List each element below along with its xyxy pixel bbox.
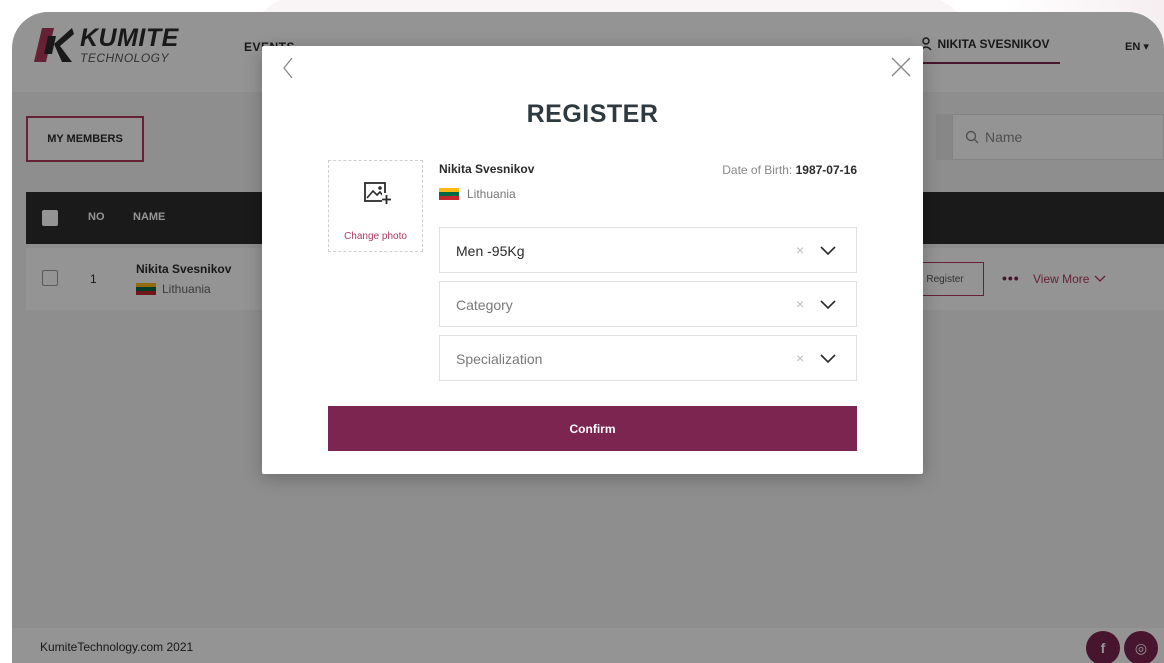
confirm-button[interactable]: Confirm bbox=[328, 406, 857, 451]
lithuania-flag-icon bbox=[439, 188, 459, 200]
clear-x-icon[interactable]: × bbox=[796, 296, 804, 312]
close-icon[interactable] bbox=[890, 56, 912, 78]
weight-category-value: Men -95Kg bbox=[456, 243, 525, 259]
date-of-birth: Date of Birth: 1987-07-16 bbox=[722, 163, 857, 177]
category-placeholder: Category bbox=[456, 297, 513, 313]
chevron-down-icon[interactable] bbox=[820, 299, 836, 311]
athlete-country: Lithuania bbox=[439, 187, 516, 201]
athlete-country-label: Lithuania bbox=[467, 187, 516, 201]
modal-title: REGISTER bbox=[526, 100, 659, 128]
change-photo-button[interactable]: Change photo bbox=[328, 160, 423, 252]
specialization-placeholder: Specialization bbox=[456, 351, 543, 367]
add-photo-icon bbox=[364, 182, 391, 205]
dob-value: 1987-07-16 bbox=[795, 163, 857, 177]
register-modal: REGISTER Change photo Nikita Svesnikov L… bbox=[262, 46, 923, 474]
chevron-down-icon[interactable] bbox=[820, 245, 836, 257]
specialization-select[interactable]: Specialization × bbox=[439, 335, 857, 381]
chevron-left-icon[interactable] bbox=[278, 56, 298, 80]
category-select[interactable]: Category × bbox=[439, 281, 857, 327]
athlete-name: Nikita Svesnikov bbox=[439, 162, 535, 176]
chevron-down-icon[interactable] bbox=[820, 353, 836, 365]
dob-label: Date of Birth: bbox=[722, 163, 793, 177]
change-photo-label: Change photo bbox=[344, 231, 407, 242]
clear-x-icon[interactable]: × bbox=[796, 242, 804, 258]
weight-category-select[interactable]: Men -95Kg × bbox=[439, 227, 857, 273]
clear-x-icon[interactable]: × bbox=[796, 350, 804, 366]
